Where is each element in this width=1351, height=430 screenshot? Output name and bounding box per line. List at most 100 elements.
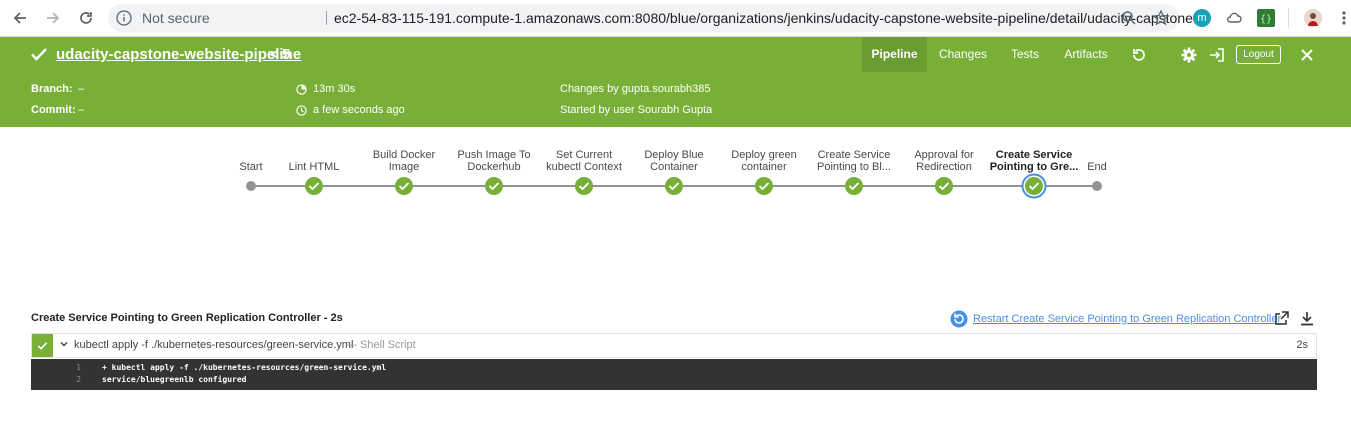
stage-label-3[interactable]: Push Image To Dockerhub [449, 149, 539, 173]
duration-icon [296, 84, 307, 95]
tab-changes[interactable]: Changes [935, 37, 991, 72]
info-icon[interactable] [116, 10, 132, 26]
stage-node-3[interactable] [485, 177, 503, 195]
commit-value: – [78, 104, 85, 116]
console-line: 2 service/bluegreenlb configured [31, 375, 1317, 386]
zoom-icon[interactable] [1121, 10, 1137, 26]
clock-icon [296, 105, 307, 116]
run-summary: Branch: – Commit: – 13m 30s a few second… [0, 72, 1351, 127]
exit-classic-icon[interactable] [1208, 46, 1226, 64]
download-icon[interactable] [1300, 311, 1314, 326]
stage-label-line1: Deploy Blue [644, 149, 704, 161]
stage-label-line1: Deploy green [731, 149, 797, 161]
duration-text: 13m 30s [313, 83, 356, 95]
extension-cloud-icon[interactable] [1225, 9, 1243, 27]
stage-node-8[interactable] [935, 177, 953, 195]
step-command: kubectl apply -f ./kubernetes-resources/… [74, 339, 354, 351]
run-number: 5 [282, 46, 291, 63]
stage-label-8[interactable]: Approval for Redirection [899, 149, 989, 173]
stage-label-line2: Pointing to Bl... [817, 161, 891, 173]
extension-m-icon[interactable]: m [1193, 9, 1211, 27]
line-number: 1 [76, 363, 81, 372]
reload-icon[interactable] [73, 6, 99, 30]
commit-label: Commit: [31, 104, 76, 116]
forward-icon[interactable] [40, 6, 66, 30]
stage-label-line1 [1052, 149, 1142, 161]
stage-label-4[interactable]: Set Current kubectl Context [539, 149, 629, 173]
console-output: 1 + kubectl apply -f ./kubernetes-resour… [31, 359, 1317, 390]
stage-label-2[interactable]: Build Docker Image [359, 149, 449, 173]
stage-label-line2: Redirection [916, 161, 972, 173]
url-text[interactable]: ec2-54-83-115-191.compute-1.amazonaws.co… [334, 10, 1214, 26]
branch-label: Branch: [31, 83, 73, 95]
address-bar[interactable]: Not secure ec2-54-83-115-191.compute-1.a… [108, 4, 1205, 32]
started-time: a few seconds ago [313, 104, 405, 116]
restart-label[interactable]: Restart Create Service Pointing to Green… [973, 313, 1281, 325]
pipeline-graph: Start Lint HTML Build Docker Image Push Ima… [0, 127, 1351, 237]
console-line: 1 + kubectl apply -f ./kubernetes-resour… [31, 363, 1317, 374]
restart-icon[interactable] [950, 310, 968, 328]
stage-label-6[interactable]: Deploy green container [719, 149, 809, 173]
stage-label-1[interactable]: Lint HTML [269, 149, 359, 173]
chevron-down-icon[interactable] [59, 339, 69, 349]
bookmark-star-icon[interactable] [1152, 9, 1170, 27]
stage-node-5[interactable] [665, 177, 683, 195]
stage-node-10 [1092, 181, 1102, 191]
step-duration: 2s [1296, 339, 1308, 351]
stage-label-7[interactable]: Create Service Pointing to Bl... [809, 149, 899, 173]
stage-node-0 [246, 181, 256, 191]
stage-node-2[interactable] [395, 177, 413, 195]
branch-value: – [78, 83, 85, 95]
security-label: Not secure [142, 10, 210, 26]
log-title: Create Service Pointing to Green Replica… [31, 312, 343, 324]
changes-by: Changes by gupta.sourabh385 [560, 83, 711, 95]
run-separator: < [270, 46, 279, 63]
divider [326, 11, 327, 25]
stage-label-line2: Lint HTML [288, 161, 340, 173]
stage-label-line1: Set Current [555, 149, 613, 161]
close-icon[interactable] [1298, 46, 1316, 64]
restart-stage-link[interactable]: Restart Create Service Pointing to Green… [950, 310, 1281, 328]
stage-label-line2: Image [388, 161, 420, 173]
stage-label-10[interactable]: End [1052, 149, 1142, 173]
logout-button[interactable]: Logout [1236, 45, 1281, 64]
stage-label-line2: Dockerhub [467, 161, 521, 173]
svg-text:{}: {} [1260, 14, 1272, 25]
stage-label-line1: Approval for [914, 149, 974, 161]
line-number: 2 [76, 375, 81, 384]
stage-node-7[interactable] [845, 177, 863, 195]
stage-node-1[interactable] [305, 177, 323, 195]
back-icon[interactable] [7, 6, 33, 30]
open-external-icon[interactable] [1274, 311, 1289, 326]
step-type: — Shell Script [346, 339, 416, 351]
line-text: service/bluegreenlb configured [102, 375, 247, 384]
stage-node-4[interactable] [575, 177, 593, 195]
run-header: udacity-capstone-website-pipeline < 5 Pi… [0, 37, 1351, 72]
extension-json-icon[interactable]: {} [1257, 9, 1275, 27]
pipeline-graph-svg [246, 173, 1102, 199]
stage-label-line1: Push Image To [457, 149, 531, 161]
stage-node-9[interactable] [1021, 173, 1047, 199]
stage-label-line2: container [741, 161, 787, 173]
stage-label-line1: Build Docker [372, 149, 436, 161]
tab-tests[interactable]: Tests [1005, 37, 1045, 72]
started-by: Started by user Sourabh Gupta [560, 104, 713, 116]
divider [1288, 8, 1289, 28]
line-text: + kubectl apply -f ./kubernetes-resource… [102, 363, 387, 372]
gear-icon[interactable] [1180, 46, 1198, 64]
pipeline-name-link[interactable]: udacity-capstone-website-pipeline [56, 46, 301, 63]
browser-toolbar: Not secure ec2-54-83-115-191.compute-1.a… [0, 0, 1351, 37]
tab-artifacts[interactable]: Artifacts [1058, 37, 1114, 72]
rerun-icon[interactable] [1130, 46, 1148, 64]
log-step-row[interactable]: kubectl apply -f ./kubernetes-resources/… [31, 333, 1317, 358]
stage-label-line2: End [1087, 161, 1107, 173]
stage-label-5[interactable]: Deploy Blue Container [629, 149, 719, 173]
stage-label-line1 [269, 149, 359, 161]
browser-menu-icon[interactable] [1331, 6, 1351, 30]
stage-label-line1: Create Service [817, 149, 891, 161]
stage-node-6[interactable] [755, 177, 773, 195]
stage-label-line2: kubectl Context [546, 161, 622, 173]
success-check-icon [31, 48, 47, 61]
profile-avatar[interactable] [1304, 9, 1322, 27]
tab-pipeline[interactable]: Pipeline [862, 37, 927, 72]
